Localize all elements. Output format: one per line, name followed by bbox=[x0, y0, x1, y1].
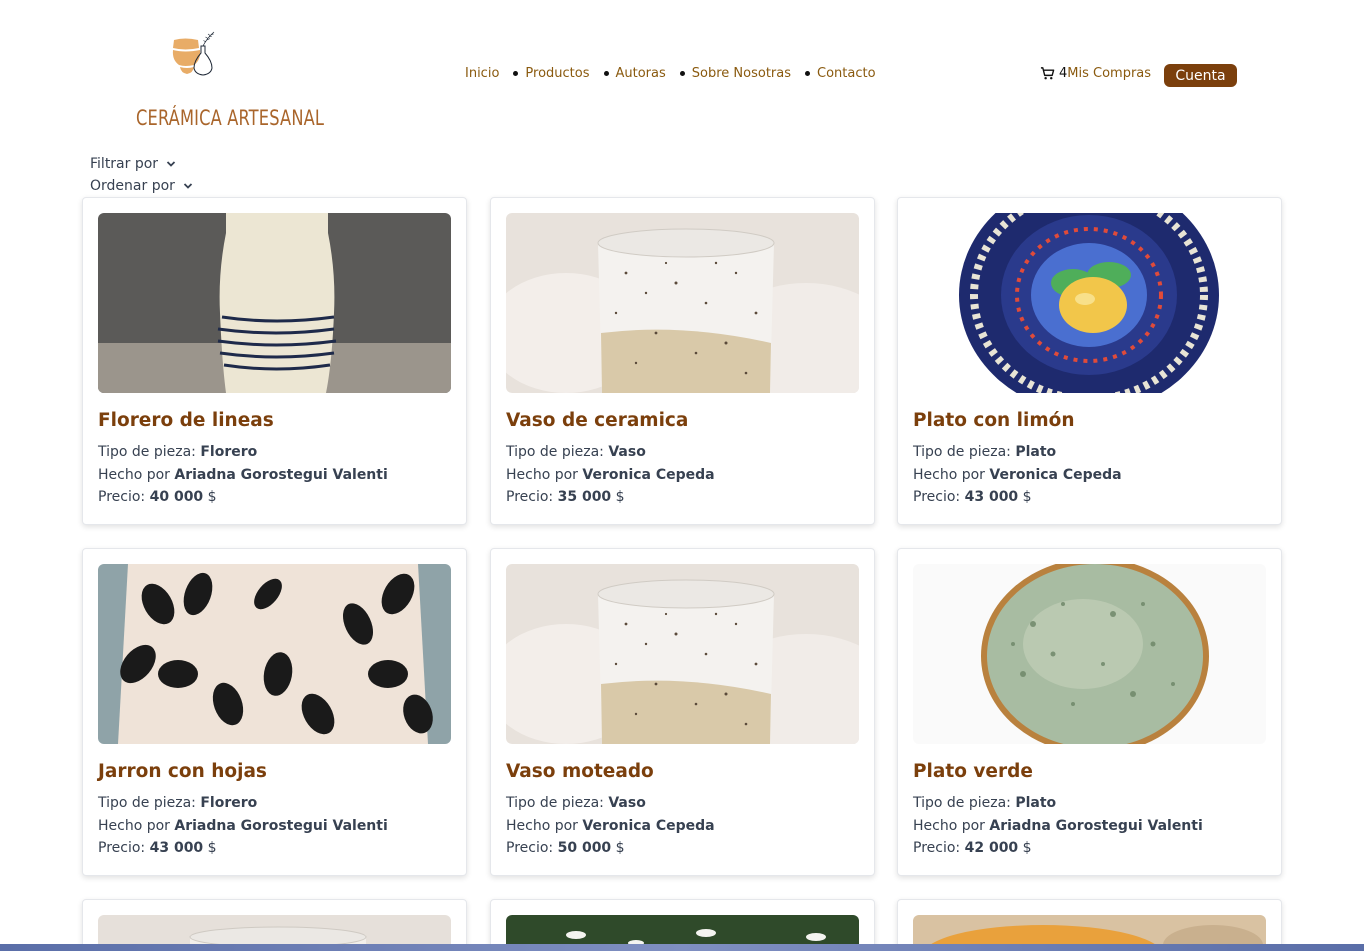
filter-label: Filtrar por bbox=[90, 156, 159, 172]
nav-bullet bbox=[513, 71, 519, 76]
product-title[interactable]: Vaso de ceramica bbox=[506, 410, 688, 431]
product-title[interactable]: Plato verde bbox=[913, 761, 1033, 782]
product-image-plato-verde[interactable] bbox=[913, 564, 1266, 744]
product-type: Tipo de pieza: Florero bbox=[98, 444, 258, 460]
product-type: Tipo de pieza: Plato bbox=[913, 444, 1057, 460]
product-price: Precio: 50 000 $ bbox=[506, 840, 625, 856]
product-author: Hecho por Ariadna Gorostegui Valenti bbox=[913, 818, 1203, 834]
nav-autoras[interactable]: Autoras bbox=[616, 66, 666, 81]
sort-label: Ordenar por bbox=[90, 178, 175, 194]
nav-sobre-nosotras[interactable]: Sobre Nosotras bbox=[692, 66, 791, 81]
product-price: Precio: 42 000 $ bbox=[913, 840, 1032, 856]
nav-bullet bbox=[603, 71, 609, 76]
logo-icon[interactable] bbox=[170, 14, 270, 106]
logo-text[interactable]: CERÁMICA ARTESANAL bbox=[136, 106, 324, 130]
cart-icon bbox=[1040, 67, 1055, 80]
cart-link[interactable]: 4 Mis Compras bbox=[1040, 66, 1151, 81]
product-author: Hecho por Ariadna Gorostegui Valenti bbox=[98, 818, 388, 834]
site-header: CERÁMICA ARTESANAL Inicio Productos Auto… bbox=[0, 0, 1364, 150]
product-image-jarron-hojas[interactable] bbox=[98, 564, 451, 744]
main-nav: Inicio Productos Autoras Sobre Nosotras … bbox=[465, 66, 876, 81]
product-image-vaso[interactable] bbox=[506, 213, 859, 393]
filter-dropdown[interactable]: Filtrar por bbox=[90, 156, 176, 172]
product-card[interactable]: Vaso moteado Tipo de pieza: Vaso Hecho p… bbox=[490, 548, 875, 876]
nav-contacto[interactable]: Contacto bbox=[817, 66, 876, 81]
chevron-down-icon bbox=[166, 161, 176, 167]
nav-bullet bbox=[805, 71, 811, 76]
product-title[interactable]: Plato con limón bbox=[913, 410, 1075, 431]
product-type: Tipo de pieza: Plato bbox=[913, 795, 1057, 811]
product-price: Precio: 40 000 $ bbox=[98, 489, 217, 505]
product-image-plato-limon[interactable] bbox=[913, 213, 1266, 393]
product-image-florero[interactable] bbox=[98, 213, 451, 393]
product-author: Hecho por Veronica Cepeda bbox=[913, 467, 1122, 483]
product-card[interactable]: Plato con limón Tipo de pieza: Plato Hec… bbox=[897, 197, 1282, 525]
product-author: Hecho por Veronica Cepeda bbox=[506, 467, 715, 483]
product-card[interactable]: Jarron con hojas Tipo de pieza: Florero … bbox=[82, 548, 467, 876]
product-type: Tipo de pieza: Vaso bbox=[506, 444, 646, 460]
account-button[interactable]: Cuenta bbox=[1164, 64, 1237, 87]
product-type: Tipo de pieza: Vaso bbox=[506, 795, 646, 811]
nav-bullet bbox=[679, 71, 685, 76]
sort-dropdown[interactable]: Ordenar por bbox=[90, 178, 193, 194]
product-title[interactable]: Jarron con hojas bbox=[98, 761, 267, 782]
chevron-down-icon bbox=[183, 183, 193, 189]
product-author: Hecho por Veronica Cepeda bbox=[506, 818, 715, 834]
product-type: Tipo de pieza: Florero bbox=[98, 795, 258, 811]
page-bottom-edge bbox=[0, 944, 1364, 951]
product-card[interactable]: Vaso de ceramica Tipo de pieza: Vaso Hec… bbox=[490, 197, 875, 525]
product-price: Precio: 43 000 $ bbox=[98, 840, 217, 856]
product-card[interactable]: Florero de lineas Tipo de pieza: Florero… bbox=[82, 197, 467, 525]
cart-count: 4 bbox=[1059, 66, 1068, 81]
product-title[interactable]: Vaso moteado bbox=[506, 761, 654, 782]
cart-label: Mis Compras bbox=[1067, 66, 1152, 81]
product-price: Precio: 43 000 $ bbox=[913, 489, 1032, 505]
product-author: Hecho por Ariadna Gorostegui Valenti bbox=[98, 467, 388, 483]
product-price: Precio: 35 000 $ bbox=[506, 489, 625, 505]
nav-inicio[interactable]: Inicio bbox=[465, 66, 499, 81]
product-title[interactable]: Florero de lineas bbox=[98, 410, 274, 431]
product-image-vaso-moteado[interactable] bbox=[506, 564, 859, 744]
nav-productos[interactable]: Productos bbox=[525, 66, 589, 81]
product-card[interactable]: Plato verde Tipo de pieza: Plato Hecho p… bbox=[897, 548, 1282, 876]
